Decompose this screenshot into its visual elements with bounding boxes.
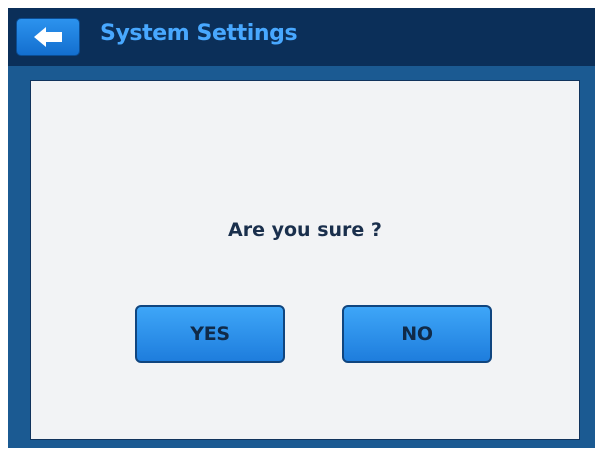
header-bar: System Settings: [8, 8, 595, 66]
back-button[interactable]: [16, 18, 80, 56]
arrow-left-icon: [34, 27, 62, 47]
yes-button[interactable]: YES: [135, 305, 285, 363]
settings-screen: System Settings Are you sure ? YES NO: [8, 8, 595, 448]
page-title: System Settings: [100, 21, 298, 46]
confirm-dialog: Are you sure ? YES NO: [30, 80, 580, 440]
confirm-message: Are you sure ?: [228, 219, 382, 241]
no-button[interactable]: NO: [342, 305, 492, 363]
